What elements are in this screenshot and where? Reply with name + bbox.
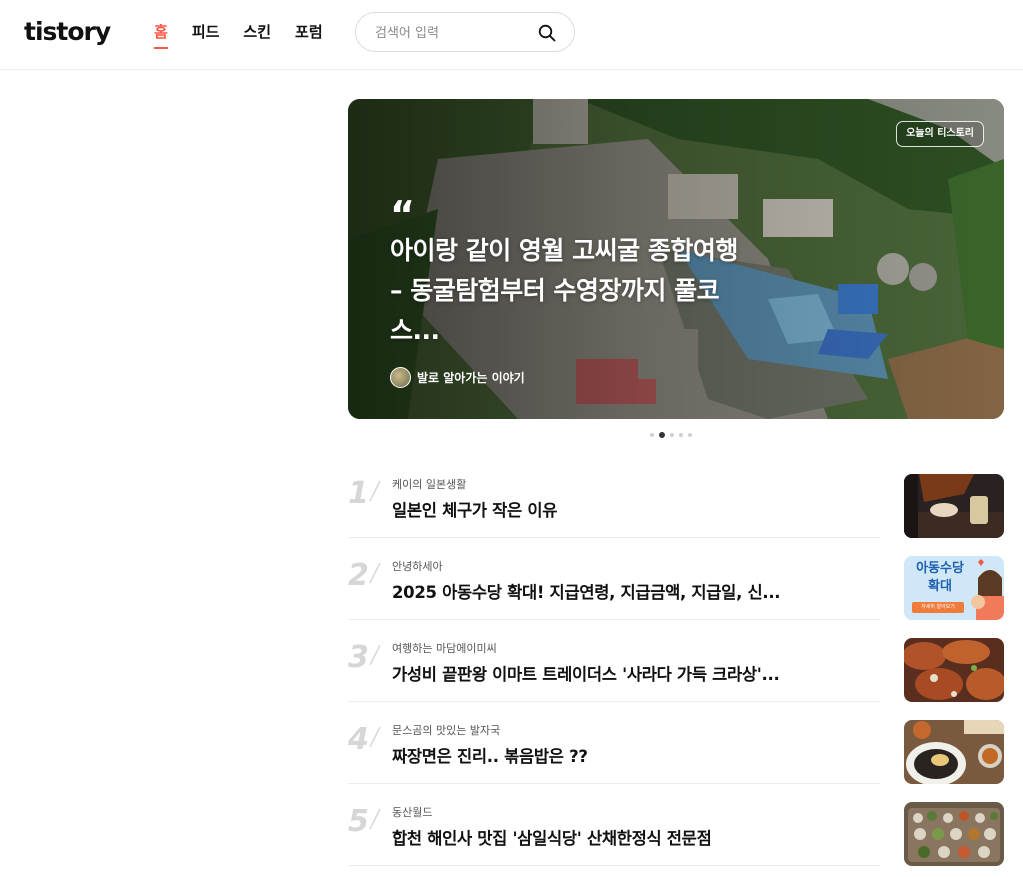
rank-slash-icon [369, 480, 381, 502]
post-title[interactable]: 짜장면은 진리.. 볶음밥은 ?? [392, 743, 832, 767]
rank-number: 1 [348, 476, 369, 511]
nav-forum[interactable]: 포럼 [295, 21, 323, 49]
search-input[interactable] [375, 23, 535, 43]
rank-slash-icon [369, 726, 381, 748]
post-thumbnail[interactable] [904, 638, 1004, 702]
thumbnail-text: 아동수당 확대 [916, 561, 964, 594]
list-item[interactable]: 1 케이의 일본생활 일본인 체구가 작은 이유 [348, 456, 1004, 538]
popular-post-list: 1 케이의 일본생활 일본인 체구가 작은 이유 2 안녕하세아 2025 아동… [348, 456, 1004, 866]
post-title[interactable]: 합천 해인사 맛집 '삼일식당' 산채한정식 전문점 [392, 825, 832, 849]
hero-author[interactable]: 발로 알아가는 이야기 [390, 367, 525, 388]
list-item[interactable]: 4 문스곰의 맛있는 발자국 짜장면은 진리.. 볶음밥은 ?? [348, 702, 1004, 784]
search-icon[interactable] [538, 24, 556, 42]
rank-slash-icon [369, 644, 381, 666]
post-thumbnail[interactable] [904, 802, 1004, 866]
rank-number: 2 [348, 558, 369, 593]
post-thumbnail[interactable] [904, 720, 1004, 784]
list-item[interactable]: 5 동산월드 합천 해인사 맛집 '삼일식당' 산채한정식 전문점 [348, 784, 1004, 866]
row-divider [348, 865, 880, 866]
blog-name[interactable]: 동산월드 [392, 804, 432, 820]
carousel-dots [650, 432, 692, 438]
hero-author-name: 발로 알아가는 이야기 [417, 371, 525, 385]
carousel-dot-active[interactable] [659, 432, 665, 438]
carousel-dot[interactable] [688, 433, 692, 437]
blog-name[interactable]: 케이의 일본생활 [392, 476, 466, 492]
thumbnail-button: 자세히 알아보기 [912, 602, 964, 613]
rank-number: 3 [348, 640, 369, 675]
blog-name[interactable]: 문스곰의 맛있는 발자국 [392, 722, 500, 738]
nav-feed[interactable]: 피드 [192, 21, 220, 49]
nav-skin[interactable]: 스킨 [243, 21, 271, 49]
post-thumbnail[interactable] [904, 474, 1004, 538]
rank-slash-icon [369, 808, 381, 830]
search-box [355, 12, 575, 52]
blog-name[interactable]: 안녕하세아 [392, 558, 443, 574]
quote-mark-icon: “ [390, 200, 415, 224]
blog-name[interactable]: 여행하는 마담에이미씨 [392, 640, 497, 656]
top-header: tistory 홈 피드 스킨 포럼 [0, 0, 1023, 70]
list-item[interactable]: 2 안녕하세아 2025 아동수당 확대! 지급연령, 지급금액, 지급일, 신… [348, 538, 1004, 620]
nav-home[interactable]: 홈 [154, 21, 168, 49]
post-thumbnail[interactable]: 아동수당 확대 자세히 알아보기 [904, 556, 1004, 620]
tistory-logo[interactable]: tistory [24, 17, 111, 46]
carousel-dot[interactable] [650, 433, 654, 437]
main-nav: 홈 피드 스킨 포럼 [154, 21, 323, 49]
post-title[interactable]: 2025 아동수당 확대! 지급연령, 지급금액, 지급일, 신... [392, 579, 832, 603]
hero-banner[interactable]: 오늘의 티스토리 “ 아이랑 같이 영월 고씨굴 종합여행 – 동굴탐험부터 수… [348, 99, 1004, 419]
post-title[interactable]: 일본인 체구가 작은 이유 [392, 497, 832, 521]
carousel-dot[interactable] [679, 433, 683, 437]
carousel-dot[interactable] [670, 433, 674, 437]
list-item[interactable]: 3 여행하는 마담에이미씨 가성비 끝판왕 이마트 트레이더스 '사라다 가득 … [348, 620, 1004, 702]
rank-number: 5 [348, 804, 369, 839]
rank-number: 4 [348, 722, 369, 757]
author-avatar [390, 367, 411, 388]
rank-slash-icon [369, 562, 381, 584]
post-title[interactable]: 가성비 끝판왕 이마트 트레이더스 '사라다 가득 크라상'... [392, 661, 832, 685]
hero-title[interactable]: 아이랑 같이 영월 고씨굴 종합여행 – 동굴탐험부터 수영장까지 풀코스... [390, 231, 750, 351]
today-tistory-badge: 오늘의 티스토리 [896, 121, 984, 147]
